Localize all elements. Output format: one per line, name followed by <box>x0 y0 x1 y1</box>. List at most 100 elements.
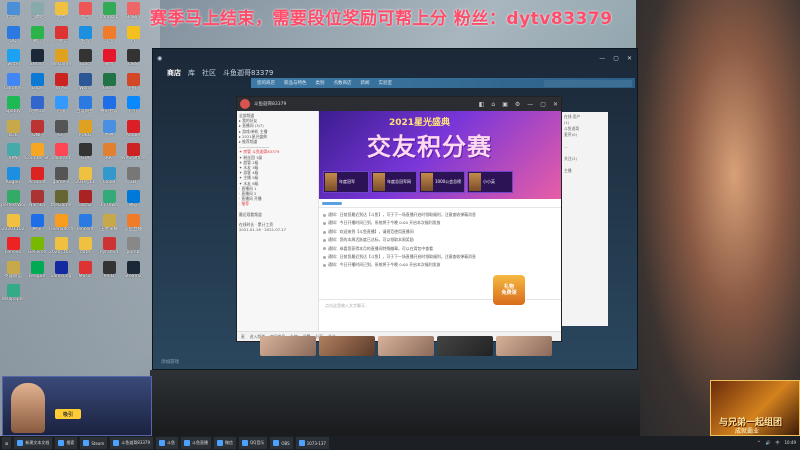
taskbar-item[interactable]: QQ音乐 <box>239 437 268 449</box>
nav-store-tab[interactable]: 商店 <box>167 68 181 78</box>
minimize-button[interactable]: — <box>599 55 605 62</box>
bottom-bar-button[interactable]: 麦 <box>241 334 245 340</box>
desktop-shortcut[interactable]: Adobe <box>121 119 145 144</box>
nav-community-tab[interactable]: 社区 <box>202 68 216 78</box>
banner-card[interactable]: 年度总冠军网 <box>371 171 417 193</box>
sub-nav-points[interactable]: 点数商店 <box>334 80 352 86</box>
desktop-shortcut[interactable]: 3D <box>121 166 145 191</box>
desktop-shortcut[interactable]: Pyramid <box>97 237 121 261</box>
desktop-shortcut[interactable]: KK <box>97 143 121 167</box>
desktop-shortcut[interactable]: data <box>73 237 97 261</box>
taskbar-item[interactable]: 斗鱼 <box>156 437 179 449</box>
sub-nav-labs[interactable]: 实验室 <box>379 80 393 86</box>
desktop-shortcut[interactable]: theGame <box>49 190 73 214</box>
tray-icon[interactable]: 🔊 <box>765 440 770 446</box>
desktop-shortcut[interactable]: LOL <box>1 119 25 144</box>
desktop-shortcut[interactable]: Tencent <box>73 213 97 238</box>
event-banner[interactable]: 2021星光盛典 交友积分赛 年度冠军 年度总冠军网 1000公会总榜 小小英 <box>319 111 561 199</box>
desktop-shortcut[interactable]: 2019_11 <box>73 166 97 191</box>
nav-profile-tab[interactable]: 斗鱼迦哥83379 <box>223 68 273 78</box>
maximize-button[interactable]: ▢ <box>613 55 619 62</box>
tray-icon[interactable]: 中 <box>775 440 779 446</box>
tab-indicator[interactable] <box>322 201 342 205</box>
desktop-shortcut[interactable]: CF <box>49 119 73 144</box>
desktop-shortcut[interactable]: VPN <box>1 143 25 167</box>
desktop-shortcut[interactable]: Lenovo <box>1 237 25 261</box>
desktop-shortcut[interactable]: 微博 <box>97 49 121 73</box>
desktop-shortcut[interactable]: GTA <box>73 143 97 167</box>
store-search-input[interactable] <box>544 79 632 87</box>
tray-icon[interactable]: ^ <box>757 440 760 446</box>
taskbar-item[interactable]: 微信 <box>214 437 237 449</box>
desktop-shortcut[interactable]: Edge <box>25 72 49 97</box>
thumbnail[interactable] <box>437 336 493 356</box>
desktop-shortcut[interactable]: 原神 <box>97 119 121 144</box>
desktop-shortcut[interactable]: WeGame <box>49 49 73 73</box>
desktop-shortcut[interactable]: 图片 <box>73 2 97 26</box>
desktop-shortcut[interactable]: WPS <box>49 72 73 97</box>
desktop-shortcut[interactable]: Naraka <box>25 190 49 214</box>
desktop-shortcut[interactable]: QQ <box>1 25 25 50</box>
desktop-shortcut[interactable]: Kugou <box>1 166 25 191</box>
desktop-shortcut[interactable]: PPT <box>121 72 145 97</box>
desktop-shortcut[interactable]: PUBG <box>73 119 97 144</box>
desktop-shortcut[interactable]: Cloud <box>97 166 121 191</box>
desktop-shortcut[interactable]: 英雄联盟 <box>1 260 25 285</box>
desktop-shortcut[interactable]: BiliBili <box>121 2 145 26</box>
banner-card[interactable]: 1000公会总榜 <box>419 171 465 193</box>
desktop-shortcut[interactable]: 网易UU <box>25 96 49 120</box>
desktop-shortcut[interactable]: Acrobat <box>25 166 49 191</box>
desktop-shortcut[interactable]: 钉钉 <box>121 96 145 120</box>
desktop-shortcut[interactable]: 迅雷 <box>49 96 73 120</box>
minimize-button[interactable]: — <box>527 101 533 108</box>
nav-library-tab[interactable]: 库 <box>188 68 195 78</box>
desktop-shortcut[interactable]: 2020_1016 <box>49 237 73 261</box>
desktop-shortcut[interactable]: 微信 <box>25 25 49 50</box>
desktop-shortcut[interactable]: Valorant <box>49 143 73 167</box>
avatar[interactable] <box>240 99 250 109</box>
layout-icon[interactable]: ◧ <box>479 101 485 108</box>
desktop-shortcut[interactable]: Samsung <box>49 260 73 285</box>
desktop-shortcut[interactable]: pumb <box>121 237 145 261</box>
desktop-shortcut[interactable]: 腾讯 <box>25 213 49 238</box>
desktop-shortcut[interactable]: 20201102 <box>1 213 25 238</box>
desktop-shortcut[interactable]: YY <box>121 25 145 50</box>
desktop-shortcut[interactable]: 网易云 <box>49 25 73 50</box>
desktop-shortcut[interactable]: Twitter <box>1 49 25 73</box>
sub-nav-categories[interactable]: 类别 <box>316 80 325 86</box>
desktop-shortcut[interactable]: 斗鱼 <box>97 25 121 50</box>
channel-row[interactable]: 2021.01.16 · 2021.07.17 <box>239 227 316 232</box>
desktop-shortcut[interactable]: DNF <box>25 119 49 144</box>
desktop-shortcut[interactable]: 1770wa <box>97 190 121 214</box>
home-icon[interactable]: ⌂ <box>491 101 495 108</box>
desktop-shortcut[interactable]: Wallpaper <box>1 284 25 308</box>
thumbnail[interactable] <box>260 336 316 356</box>
sub-nav-news[interactable]: 新闻 <box>361 80 370 86</box>
desktop-shortcut[interactable]: Music <box>73 260 97 285</box>
desktop-shortcut[interactable]: perfectWorld <box>1 190 25 214</box>
desktop-shortcut[interactable]: 百度网盘 <box>73 96 97 120</box>
add-game-link[interactable]: 添加游戏 <box>161 359 179 365</box>
desktop-shortcut[interactable]: Steam2 <box>121 260 145 285</box>
desktop-shortcut[interactable]: 王者荣耀 <box>97 213 121 238</box>
gear-icon[interactable]: ⚙ <box>515 101 520 108</box>
close-button[interactable]: ✕ <box>553 101 558 108</box>
desktop-shortcut[interactable]: game-v <box>49 166 73 191</box>
free-gift-button[interactable]: 礼物 免费领 <box>493 275 525 305</box>
close-button[interactable]: ✕ <box>627 55 632 62</box>
desktop-shortcut[interactable]: Dota2 <box>73 190 97 214</box>
desktop-shortcut[interactable]: 此电脑 <box>1 2 25 26</box>
desktop-shortcut[interactable]: 酷狗 <box>73 25 97 50</box>
desktop-shortcut[interactable]: WPS Office <box>121 143 145 167</box>
desktop-shortcut[interactable]: 腾讯会议 <box>97 96 121 120</box>
screen-icon[interactable]: ▣ <box>502 101 508 108</box>
desktop-shortcut[interactable]: 回收站 <box>25 2 49 26</box>
desktop-shortcut[interactable]: Word <box>73 72 97 97</box>
maximize-button[interactable]: ▢ <box>540 101 546 108</box>
desktop-shortcut[interactable]: 斗鱼直播 <box>121 213 145 238</box>
desktop-shortcut[interactable]: 微软 <box>121 190 145 214</box>
taskbar-item[interactable]: 1073-137 <box>295 437 329 449</box>
desktop-shortcut[interactable]: League <box>25 260 49 285</box>
desktop-shortcut[interactable]: Counter-Strike <box>25 143 49 167</box>
thumbnail[interactable] <box>378 336 434 356</box>
